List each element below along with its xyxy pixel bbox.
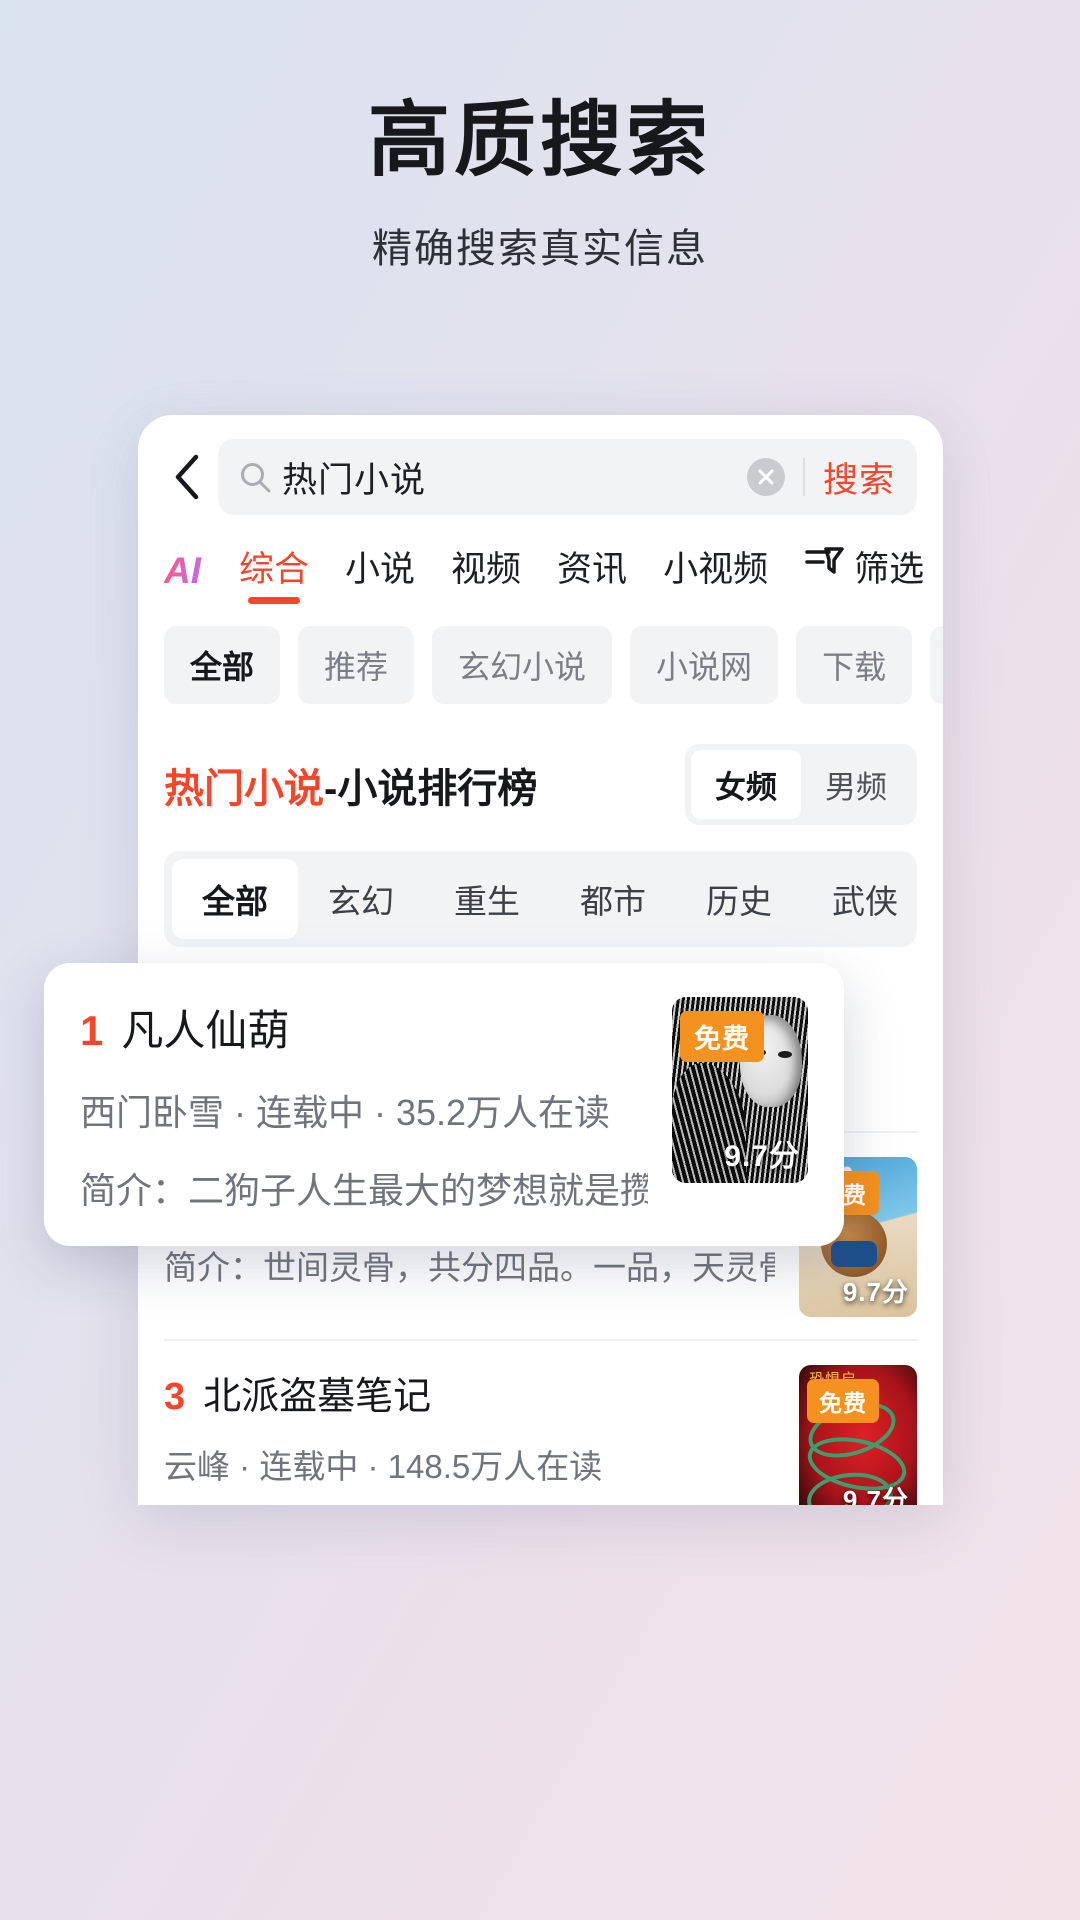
tab-news[interactable]: 资讯 — [557, 541, 627, 606]
close-circle-icon[interactable] — [746, 458, 785, 496]
chip-novel-site[interactable]: 小说网 — [630, 626, 779, 704]
filter-icon — [804, 545, 844, 588]
chip-fantasy-novel[interactable]: 玄幻小说 — [432, 626, 613, 704]
search-input-value: 热门小说 — [282, 460, 427, 500]
free-badge: 免费 — [807, 1379, 879, 1423]
book-description: 简介：世间灵骨，共分四品。一品，天灵骨.. — [164, 1249, 775, 1286]
filter-label: 筛选 — [854, 550, 925, 589]
tab-ai[interactable]: AI — [164, 550, 203, 606]
ranking-section-header: 热门小说-小说排行榜 女频 男频 — [138, 704, 943, 825]
list-item[interactable]: 3 北派盗墓笔记 云峰 · 连载中 · 148.5万人在读 简介：【盗墓违法，请… — [164, 1339, 917, 1505]
filter-button[interactable]: 筛选 — [804, 541, 924, 606]
category-all[interactable]: 全部 — [172, 859, 298, 939]
search-icon — [238, 460, 272, 494]
chip-download[interactable]: 下载 — [796, 626, 913, 704]
category-wuxia[interactable]: 武侠 — [802, 859, 917, 939]
search-bar: 热门小说 搜索 — [138, 415, 943, 527]
toggle-female[interactable]: 女频 — [691, 750, 801, 819]
book-name: 凡人仙葫 — [121, 1007, 290, 1054]
search-input[interactable]: 热门小说 搜索 — [218, 439, 917, 515]
book-meta: 西门卧雪 · 连载中 · 35.2万人在读 — [80, 1092, 611, 1133]
section-title-rest: -小说排行榜 — [324, 766, 538, 811]
phone-screenshot-card: 热门小说 搜索 AI 综合 小说 视频 资讯 小视频 筛选 全部 推荐 玄幻小说… — [138, 415, 943, 1505]
section-title: 热门小说-小说排行榜 — [164, 756, 537, 814]
free-badge: 免费 — [680, 1011, 764, 1062]
book-meta: 云峰 · 连载中 · 148.5万人在读 — [164, 1448, 603, 1485]
tab-short-video[interactable]: 小视频 — [663, 541, 768, 606]
book-rank: 3 — [164, 1376, 186, 1418]
book-name: 北派盗墓笔记 — [203, 1376, 432, 1418]
category-history[interactable]: 历史 — [676, 859, 802, 939]
book-cover[interactable]: 免费 9.7分 — [672, 997, 808, 1183]
tab-novel[interactable]: 小说 — [345, 541, 415, 606]
rating-score: 9.7分 — [724, 1140, 800, 1173]
audience-toggle: 女频 男频 — [685, 744, 917, 825]
search-button[interactable]: 搜索 — [823, 452, 899, 503]
book-info: 3 北派盗墓笔记 云峰 · 连载中 · 148.5万人在读 简介：【盗墓违法，请… — [164, 1365, 799, 1505]
category-fantasy[interactable]: 玄幻 — [298, 859, 424, 939]
category-tab-row: 全部 玄幻 重生 都市 历史 武侠 悬疑 — [164, 851, 917, 947]
highlighted-result-card[interactable]: 1 凡人仙葫 西门卧雪 · 连载中 · 35.2万人在读 简介：二狗子人生最大的… — [44, 963, 844, 1246]
book-title: 1 凡人仙葫 — [80, 997, 648, 1058]
page-title: 高质搜索 — [367, 95, 712, 186]
chip-partial[interactable]: 经 — [930, 626, 943, 704]
back-icon[interactable] — [164, 453, 210, 501]
rating-score: 9.7分 — [842, 1485, 909, 1505]
book-info: 1 凡人仙葫 西门卧雪 · 连载中 · 35.2万人在读 简介：二狗子人生最大的… — [80, 997, 672, 1214]
book-description: 简介：【盗墓违法，请勿以身试法】【盗墓... — [164, 1504, 775, 1505]
tab-bar: AI 综合 小说 视频 资讯 小视频 筛选 — [138, 527, 943, 606]
tab-comprehensive[interactable]: 综合 — [239, 541, 309, 606]
book-cover[interactable]: 恐惧启 免费 9.7分 — [799, 1365, 917, 1505]
rating-score: 9.7分 — [842, 1277, 909, 1307]
toggle-male[interactable]: 男频 — [801, 750, 911, 819]
hero-section: 高质搜索 精确搜索真实信息 — [0, 0, 1080, 274]
page-subtitle: 精确搜索真实信息 — [372, 227, 708, 272]
chip-recommend[interactable]: 推荐 — [298, 626, 415, 704]
tab-video[interactable]: 视频 — [451, 541, 521, 606]
category-rebirth[interactable]: 重生 — [424, 859, 550, 939]
book-description: 简介：二狗子人生最大的梦想就是攒几亩地... — [80, 1170, 648, 1211]
divider — [802, 458, 805, 496]
chip-all[interactable]: 全部 — [164, 626, 281, 704]
section-title-highlight: 热门小说 — [164, 766, 324, 811]
suggestion-chip-row: 全部 推荐 玄幻小说 小说网 下载 经 — [138, 606, 943, 704]
book-title: 3 北派盗墓笔记 — [164, 1365, 775, 1420]
book-rank: 1 — [80, 1007, 104, 1054]
category-urban[interactable]: 都市 — [550, 859, 676, 939]
